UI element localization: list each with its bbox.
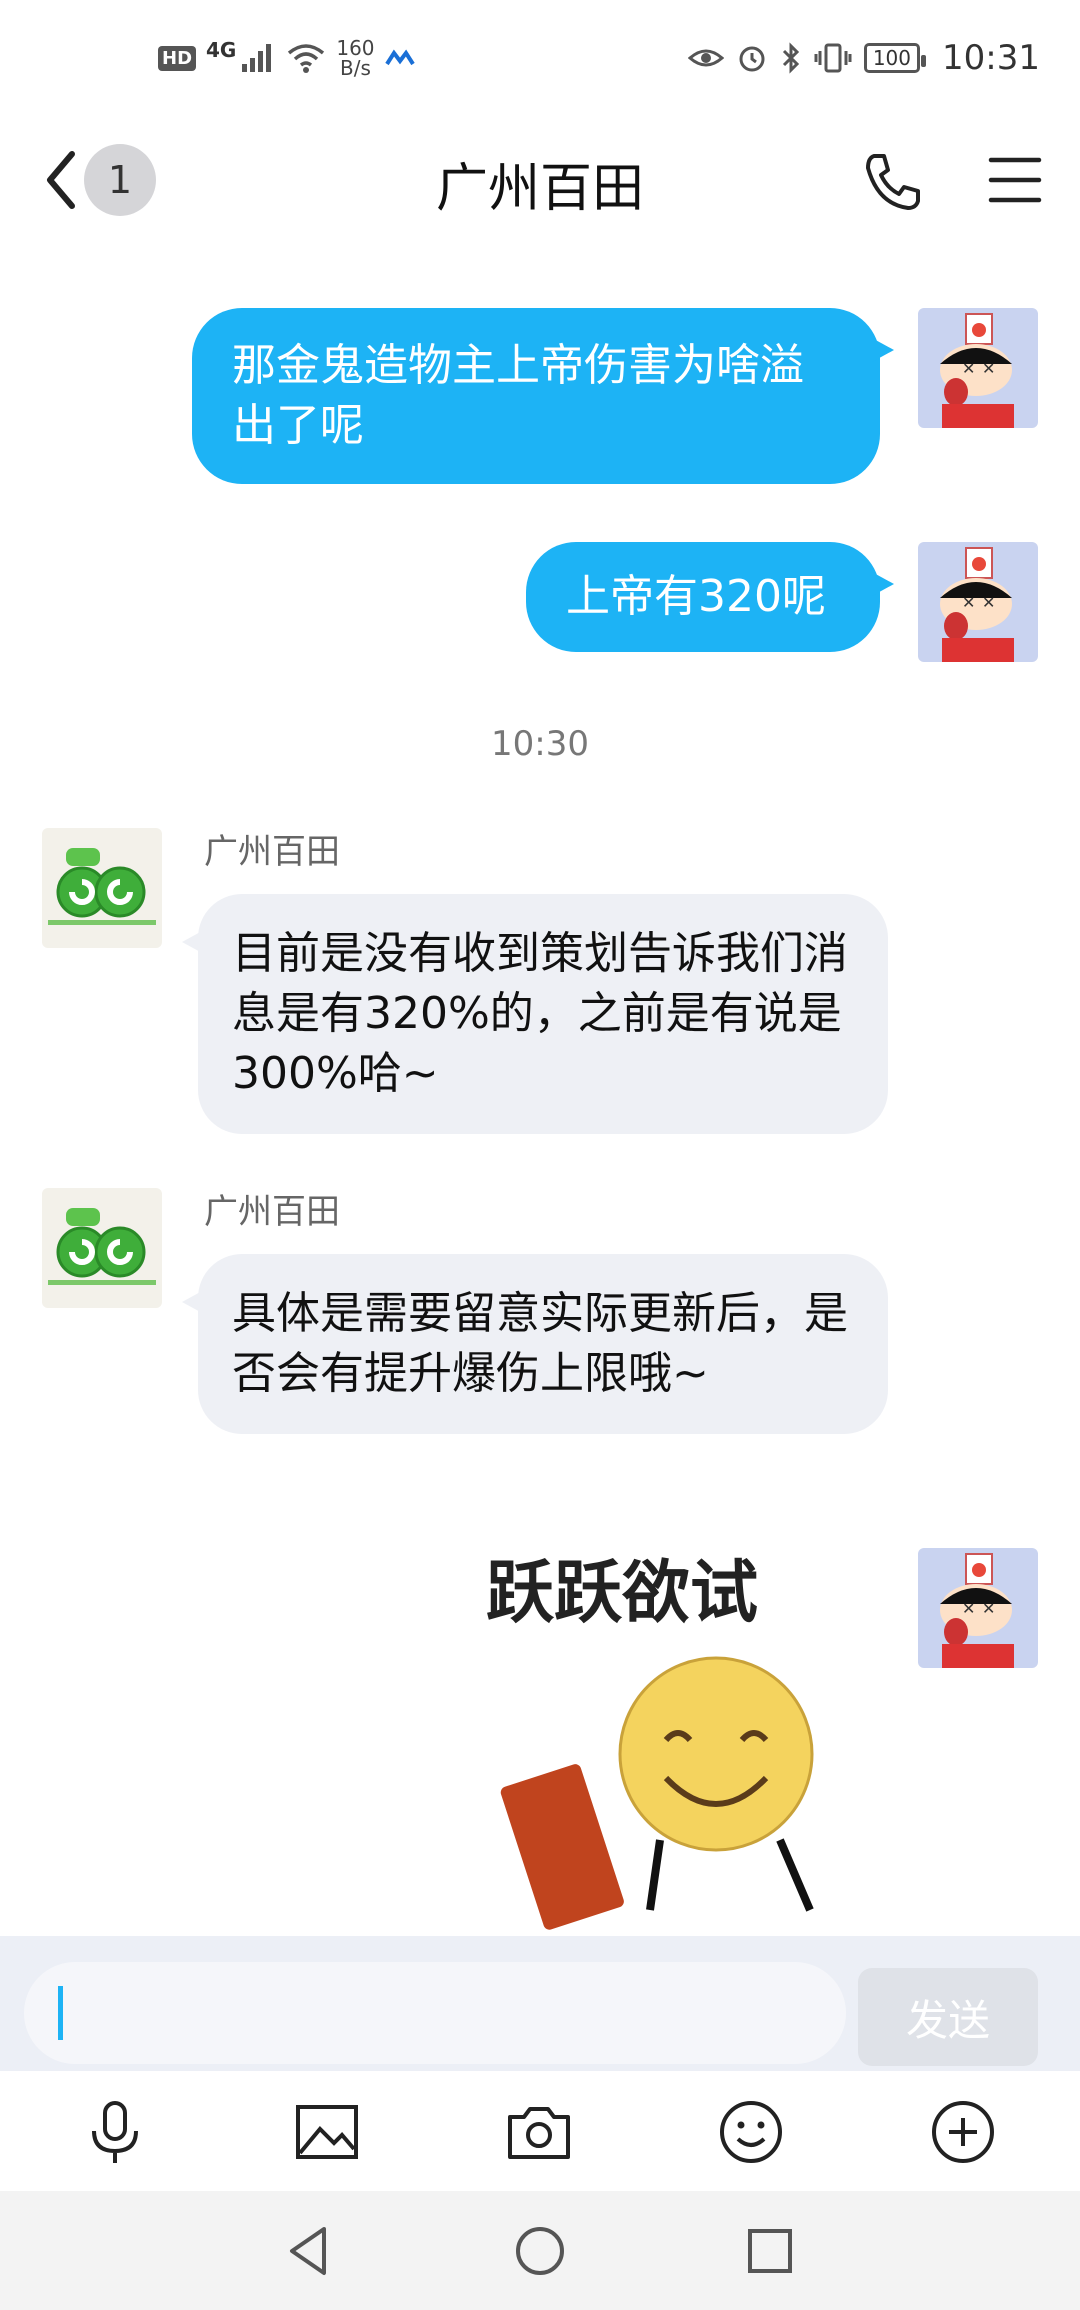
svg-text:✕: ✕ bbox=[962, 359, 975, 378]
svg-text:✕: ✕ bbox=[982, 359, 995, 378]
cartoon-boy-avatar-icon: ✕ ✕ bbox=[918, 308, 1038, 428]
message-timestamp: 10:30 bbox=[491, 724, 589, 764]
vibrate-icon bbox=[814, 43, 852, 73]
image-icon[interactable] bbox=[292, 2097, 362, 2167]
clock: 10:31 bbox=[942, 38, 1040, 78]
sticker-image: 跃跃欲试 bbox=[480, 1540, 880, 1930]
nav-home-icon[interactable] bbox=[510, 2221, 570, 2281]
message-outgoing[interactable]: 上帝有320呢 bbox=[526, 542, 894, 652]
svg-text:✕: ✕ bbox=[982, 593, 995, 612]
system-nav-bar bbox=[0, 2191, 1080, 2310]
status-left: HD 4G 160 B/s bbox=[158, 38, 415, 78]
message-input[interactable] bbox=[24, 1962, 846, 2064]
plus-icon[interactable] bbox=[928, 2097, 998, 2167]
avatar-me[interactable]: ✕ ✕ bbox=[918, 1548, 1038, 1668]
sticker-message[interactable]: 跃跃欲试 bbox=[480, 1540, 880, 1930]
sender-name: 广州百田 bbox=[204, 832, 340, 872]
cartoon-boy-avatar-icon: ✕ ✕ bbox=[918, 1548, 1038, 1668]
send-button[interactable]: 发送 bbox=[858, 1968, 1038, 2066]
app-notification-icon bbox=[384, 49, 415, 66]
contact-logo-avatar-icon bbox=[42, 1188, 162, 1308]
avatar-contact[interactable] bbox=[42, 1188, 162, 1308]
network-speed-value: 160 bbox=[336, 36, 375, 60]
avatar-me[interactable]: ✕ ✕ bbox=[918, 542, 1038, 662]
network-speed-unit: B/s bbox=[340, 56, 371, 80]
avatar-me[interactable]: ✕ ✕ bbox=[918, 308, 1038, 428]
message-outgoing[interactable]: 那金鬼造物主上帝伤害为啥溢出了呢 bbox=[192, 308, 894, 484]
camera-icon[interactable] bbox=[504, 2097, 574, 2167]
svg-text:✕: ✕ bbox=[962, 1599, 975, 1618]
network-type: 4G bbox=[206, 38, 237, 62]
contact-logo-avatar-icon bbox=[42, 828, 162, 948]
text-cursor bbox=[58, 1986, 63, 2040]
message-list[interactable]: 那金鬼造物主上帝伤害为啥溢出了呢 ✕ ✕ 上帝有320呢 ✕ ✕ 10:30 广… bbox=[0, 240, 1080, 1936]
wifi-icon bbox=[288, 44, 325, 73]
battery-indicator: 100 bbox=[863, 43, 927, 73]
hd-badge: HD bbox=[158, 45, 197, 71]
svg-text:✕: ✕ bbox=[962, 593, 975, 612]
alarm-icon bbox=[739, 46, 765, 72]
phone-icon[interactable] bbox=[860, 150, 924, 214]
bluetooth-icon bbox=[782, 42, 799, 74]
signal-icon bbox=[242, 44, 272, 72]
nav-back-icon[interactable] bbox=[280, 2221, 340, 2281]
network-speed: 160 B/s bbox=[336, 38, 374, 78]
sticker-caption: 跃跃欲试 bbox=[486, 1554, 758, 1633]
sender-name: 广州百田 bbox=[204, 1192, 340, 1232]
status-right: 100 10:31 bbox=[687, 38, 1040, 78]
status-bar: HD 4G 160 B/s 100 10:31 bbox=[0, 0, 1080, 120]
svg-text:✕: ✕ bbox=[982, 1599, 995, 1618]
chat-header: 1 广州百田 bbox=[0, 120, 1080, 240]
eye-icon bbox=[687, 49, 724, 67]
nav-recent-icon[interactable] bbox=[740, 2221, 800, 2281]
menu-icon[interactable] bbox=[985, 150, 1045, 210]
microphone-icon[interactable] bbox=[80, 2097, 150, 2167]
message-incoming[interactable]: 目前是没有收到策划告诉我们消息是有320%的，之前是有说是300%哈~ bbox=[182, 894, 888, 1134]
chat-toolbar bbox=[0, 2071, 1080, 2191]
input-bar: 发送 bbox=[0, 1936, 1080, 2071]
avatar-contact[interactable] bbox=[42, 828, 162, 948]
message-incoming[interactable]: 具体是需要留意实际更新后，是否会有提升爆伤上限哦~ bbox=[182, 1254, 888, 1434]
emoji-icon[interactable] bbox=[716, 2097, 786, 2167]
cartoon-boy-avatar-icon: ✕ ✕ bbox=[918, 542, 1038, 662]
